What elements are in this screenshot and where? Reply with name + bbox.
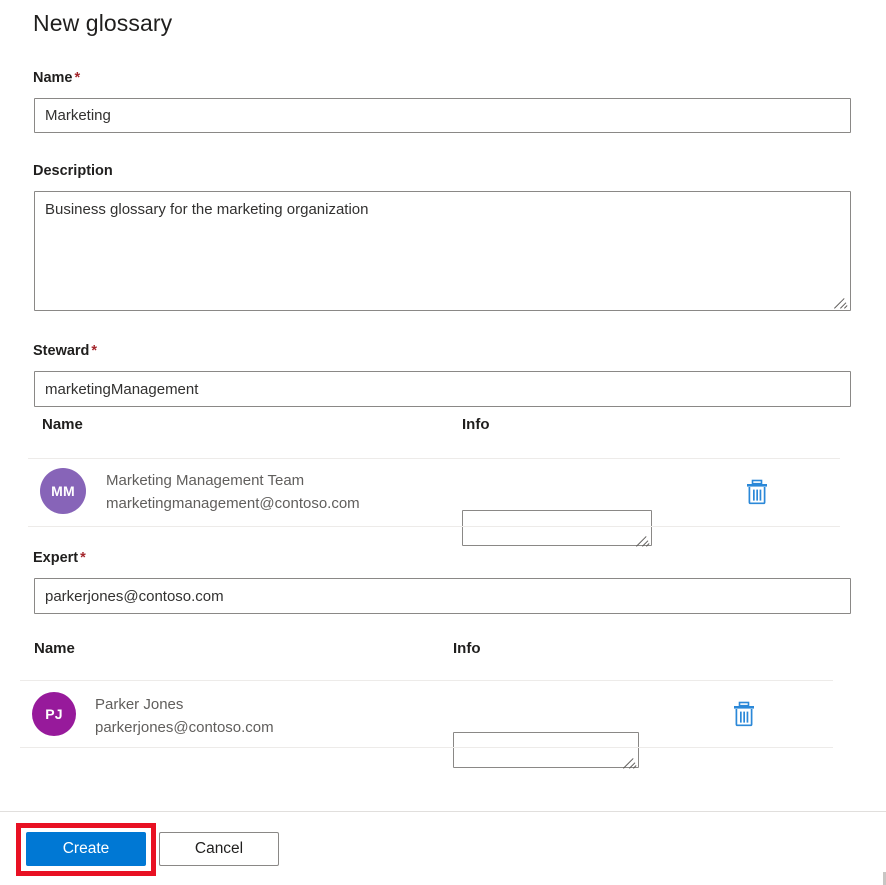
trash-icon [744, 478, 770, 506]
expert-label-text: Expert [33, 550, 78, 566]
expert-input[interactable] [34, 578, 851, 614]
footer-divider [0, 811, 886, 812]
expert-delete-button[interactable] [731, 700, 757, 728]
person-display-name: Parker Jones [95, 696, 183, 713]
person-email: parkerjones@contoso.com [95, 719, 274, 736]
steward-input[interactable] [34, 371, 851, 407]
expert-col-header-info: Info [453, 640, 481, 657]
create-button[interactable]: Create [26, 832, 146, 866]
steward-col-header-info: Info [462, 416, 490, 433]
person-email: marketingmanagement@contoso.com [106, 495, 360, 512]
table-row: MM Marketing Management Team marketingma… [28, 459, 840, 524]
avatar: MM [40, 468, 86, 514]
expert-table-header: Name Info [20, 640, 833, 676]
steward-table-divider-bottom [28, 526, 840, 527]
expert-col-header-name: Name [34, 640, 75, 657]
name-required-marker: * [75, 70, 81, 86]
name-input[interactable] [34, 98, 851, 133]
steward-delete-button[interactable] [744, 478, 770, 506]
expert-people-table: Name Info PJ Parker Jones parkerjones@co… [20, 640, 833, 676]
trash-icon [731, 700, 757, 728]
expert-table-divider-bottom [20, 747, 833, 748]
expert-required-marker: * [80, 550, 86, 566]
page-title: New glossary [33, 10, 172, 37]
new-glossary-panel: New glossary Name* Description Steward* … [0, 0, 886, 885]
cancel-button[interactable]: Cancel [159, 832, 279, 866]
description-label-text: Description [33, 163, 113, 179]
steward-label-text: Steward [33, 343, 89, 359]
description-field-label: Description [33, 163, 115, 179]
steward-people-table: Name Info MM Marketing Management Team m… [28, 416, 840, 452]
steward-col-header-name: Name [42, 416, 83, 433]
expert-info-textarea[interactable] [453, 732, 639, 768]
steward-field-label: Steward* [33, 343, 97, 359]
steward-required-marker: * [91, 343, 97, 359]
description-textarea[interactable] [34, 191, 851, 311]
steward-info-textarea[interactable] [462, 510, 652, 546]
name-field-label: Name* [33, 70, 80, 86]
expert-field-label: Expert* [33, 550, 86, 566]
table-row: PJ Parker Jones parkerjones@contoso.com [20, 681, 833, 745]
name-label-text: Name [33, 70, 73, 86]
person-display-name: Marketing Management Team [106, 472, 304, 489]
avatar: PJ [32, 692, 76, 736]
steward-table-header: Name Info [28, 416, 840, 452]
